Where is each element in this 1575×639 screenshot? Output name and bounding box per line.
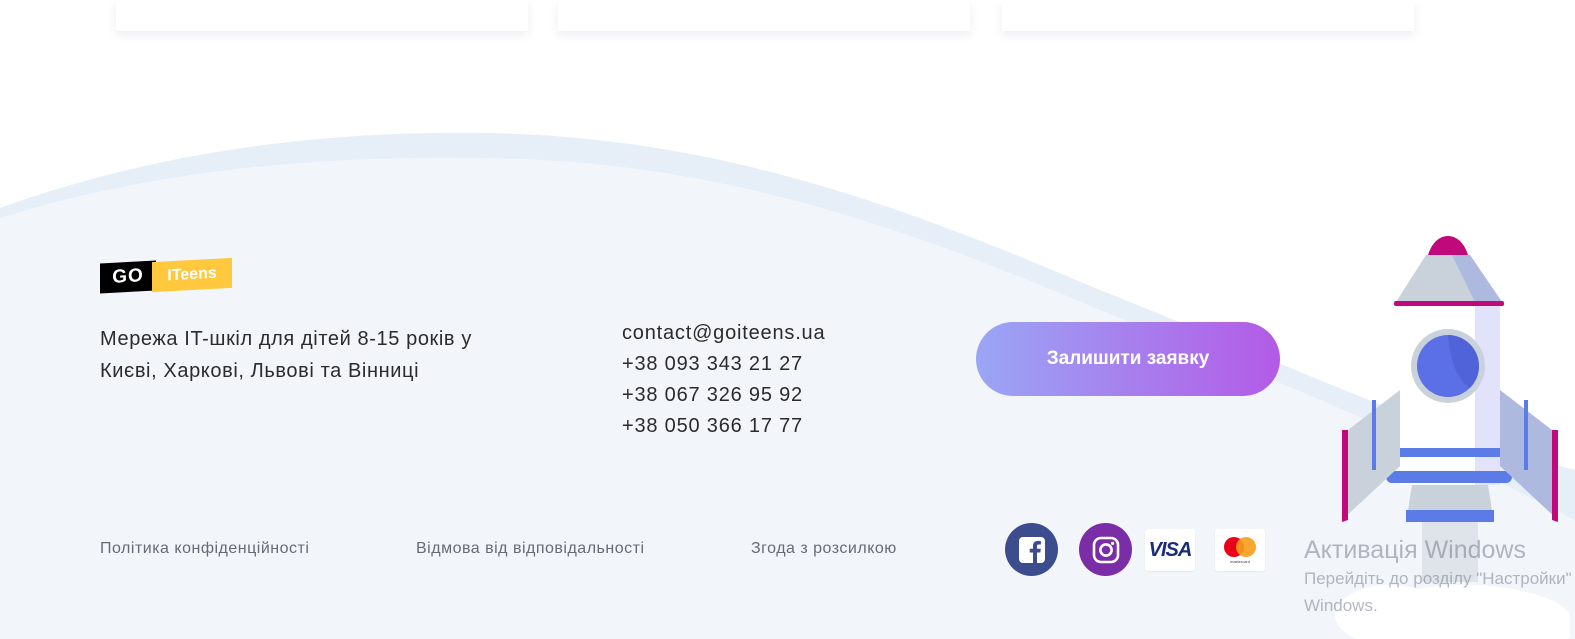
leave-request-button[interactable]: Залишити заявку — [976, 322, 1280, 396]
goiteens-logo[interactable]: GO ITeens — [100, 257, 234, 296]
windows-activation-watermark: Активація Windows Перейдіть до розділу "… — [1304, 535, 1575, 619]
contact-phone[interactable]: +38 093 343 21 27 — [622, 349, 825, 380]
facebook-button[interactable] — [1005, 523, 1058, 576]
mastercard-label: mastercard — [1229, 558, 1250, 564]
instagram-button[interactable] — [1079, 523, 1132, 576]
watermark-line: Перейдіть до розділу "Настройки" — [1304, 569, 1572, 588]
facebook-icon — [1018, 536, 1045, 563]
mastercard-icon: mastercard — [1215, 529, 1265, 571]
logo-iteens: ITeens — [152, 257, 232, 293]
watermark-line: Windows. — [1304, 596, 1378, 615]
contacts-block: contact@goiteens.ua +38 093 343 21 27 +3… — [622, 318, 825, 442]
instagram-icon — [1092, 536, 1119, 563]
mastercard-circles — [1224, 536, 1256, 557]
disclaimer-link[interactable]: Відмова від відповідальності — [416, 540, 645, 558]
logo-go: GO — [100, 260, 156, 294]
privacy-policy-link[interactable]: Політика конфіденційності — [100, 540, 309, 558]
visa-label: VISA — [1148, 538, 1193, 561]
contact-phone[interactable]: +38 050 366 17 77 — [622, 411, 825, 442]
footer-description: Мережа IT-шкіл для дітей 8-15 років у Ки… — [100, 328, 472, 382]
contact-phone[interactable]: +38 067 326 95 92 — [622, 380, 825, 411]
newsletter-consent-link[interactable]: Згода з розсилкою — [751, 540, 897, 558]
visa-icon: VISA — [1145, 529, 1195, 571]
watermark-title: Активація Windows — [1304, 536, 1526, 564]
contact-email[interactable]: contact@goiteens.ua — [622, 318, 825, 349]
